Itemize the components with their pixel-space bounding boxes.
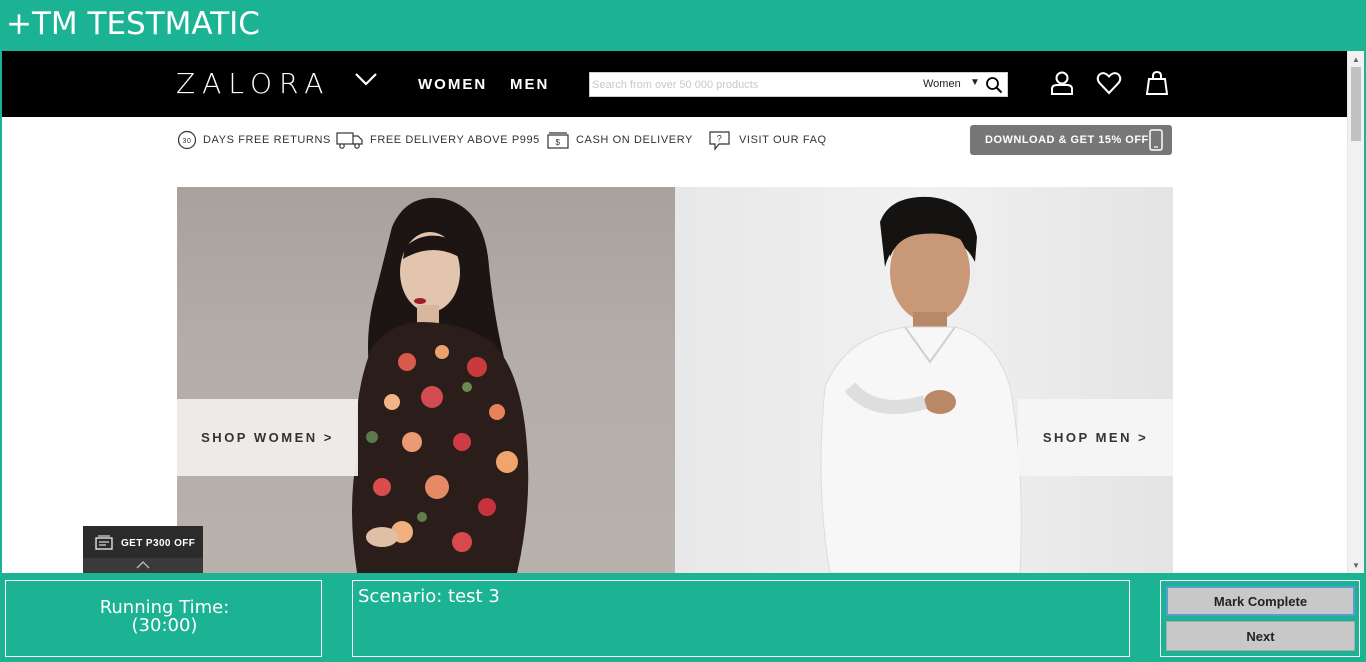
returns-icon: 30 bbox=[177, 130, 197, 150]
promo-label: GET P300 OFF bbox=[121, 538, 196, 549]
svg-text:?: ? bbox=[717, 134, 723, 144]
benefit-free-returns[interactable]: 30 DAYS FREE RETURNS bbox=[177, 128, 331, 152]
running-time-value: (30:00) bbox=[131, 615, 198, 636]
benefit-free-delivery-label: FREE DELIVERY ABOVE P995 bbox=[370, 134, 540, 146]
search-icon[interactable] bbox=[985, 76, 1003, 94]
account-icon[interactable] bbox=[1049, 70, 1075, 96]
phone-icon bbox=[1149, 129, 1163, 151]
hero-men-banner[interactable]: SHOP MEN > bbox=[675, 187, 1173, 573]
chevron-down-icon[interactable] bbox=[354, 71, 378, 87]
page-scrollbar[interactable]: ▲ ▼ bbox=[1347, 51, 1364, 573]
woman-model-image bbox=[352, 197, 529, 573]
man-model-image bbox=[820, 196, 1022, 573]
benefit-faq[interactable]: ? VISIT OUR FAQ bbox=[707, 128, 827, 152]
caret-down-icon[interactable]: ▼ bbox=[970, 77, 980, 88]
zalora-top-nav: ZALORA WOMEN MEN Women ▼ bbox=[2, 51, 1347, 117]
benefit-cash-on-delivery[interactable]: $ CASH ON DELIVERY bbox=[546, 128, 693, 152]
next-button[interactable]: Next bbox=[1166, 621, 1355, 651]
scroll-up-arrow[interactable]: ▲ bbox=[1352, 55, 1360, 64]
zalora-logo[interactable]: ZALORA bbox=[176, 67, 330, 100]
heart-icon[interactable] bbox=[1096, 70, 1122, 96]
running-time-panel: Running Time: (30:00) bbox=[5, 580, 322, 657]
promo-expand-toggle[interactable] bbox=[83, 558, 203, 573]
app-title: +TM TESTMATIC bbox=[6, 6, 260, 42]
benefit-faq-label: VISIT OUR FAQ bbox=[739, 134, 827, 146]
download-app-button[interactable]: DOWNLOAD & GET 15% OFF bbox=[970, 125, 1172, 155]
scrollbar-thumb[interactable] bbox=[1351, 67, 1361, 141]
scenario-panel: Scenario: test 3 bbox=[352, 580, 1130, 657]
search-category-select[interactable]: Women bbox=[923, 78, 961, 90]
nav-women-link[interactable]: WOMEN bbox=[418, 76, 487, 93]
svg-text:$: $ bbox=[555, 138, 560, 147]
actions-panel: Mark Complete Next bbox=[1160, 580, 1360, 657]
shop-men-button[interactable]: SHOP MEN > bbox=[1018, 399, 1173, 476]
scenario-text: Scenario: test 3 bbox=[358, 586, 500, 607]
truck-icon bbox=[336, 132, 363, 149]
faq-speech-bubble-icon: ? bbox=[709, 131, 730, 151]
benefit-free-delivery[interactable]: FREE DELIVERY ABOVE P995 bbox=[336, 128, 540, 152]
shop-women-button[interactable]: SHOP WOMEN > bbox=[177, 399, 358, 476]
promo-tab[interactable]: GET P300 OFF bbox=[83, 526, 203, 573]
voucher-icon bbox=[95, 535, 113, 550]
search-input[interactable] bbox=[592, 76, 912, 94]
svg-text:30: 30 bbox=[183, 138, 192, 145]
testmatic-header: +TM TESTMATIC bbox=[0, 0, 1366, 50]
hero-women-banner[interactable]: SHOP WOMEN > bbox=[177, 187, 675, 573]
download-app-label: DOWNLOAD & GET 15% OFF bbox=[985, 134, 1149, 146]
browser-viewport: ZALORA WOMEN MEN Women ▼ bbox=[2, 51, 1364, 573]
scroll-down-arrow[interactable]: ▼ bbox=[1352, 561, 1360, 570]
search-bar: Women ▼ bbox=[589, 72, 1008, 97]
mark-complete-button[interactable]: Mark Complete bbox=[1166, 586, 1355, 616]
nav-men-link[interactable]: MEN bbox=[510, 76, 549, 93]
benefit-cash-on-delivery-label: CASH ON DELIVERY bbox=[576, 134, 693, 146]
shopping-bag-icon[interactable] bbox=[1144, 70, 1170, 96]
cash-icon: $ bbox=[547, 132, 569, 149]
chevron-up-icon bbox=[136, 561, 150, 569]
benefit-free-returns-label: DAYS FREE RETURNS bbox=[203, 134, 331, 146]
